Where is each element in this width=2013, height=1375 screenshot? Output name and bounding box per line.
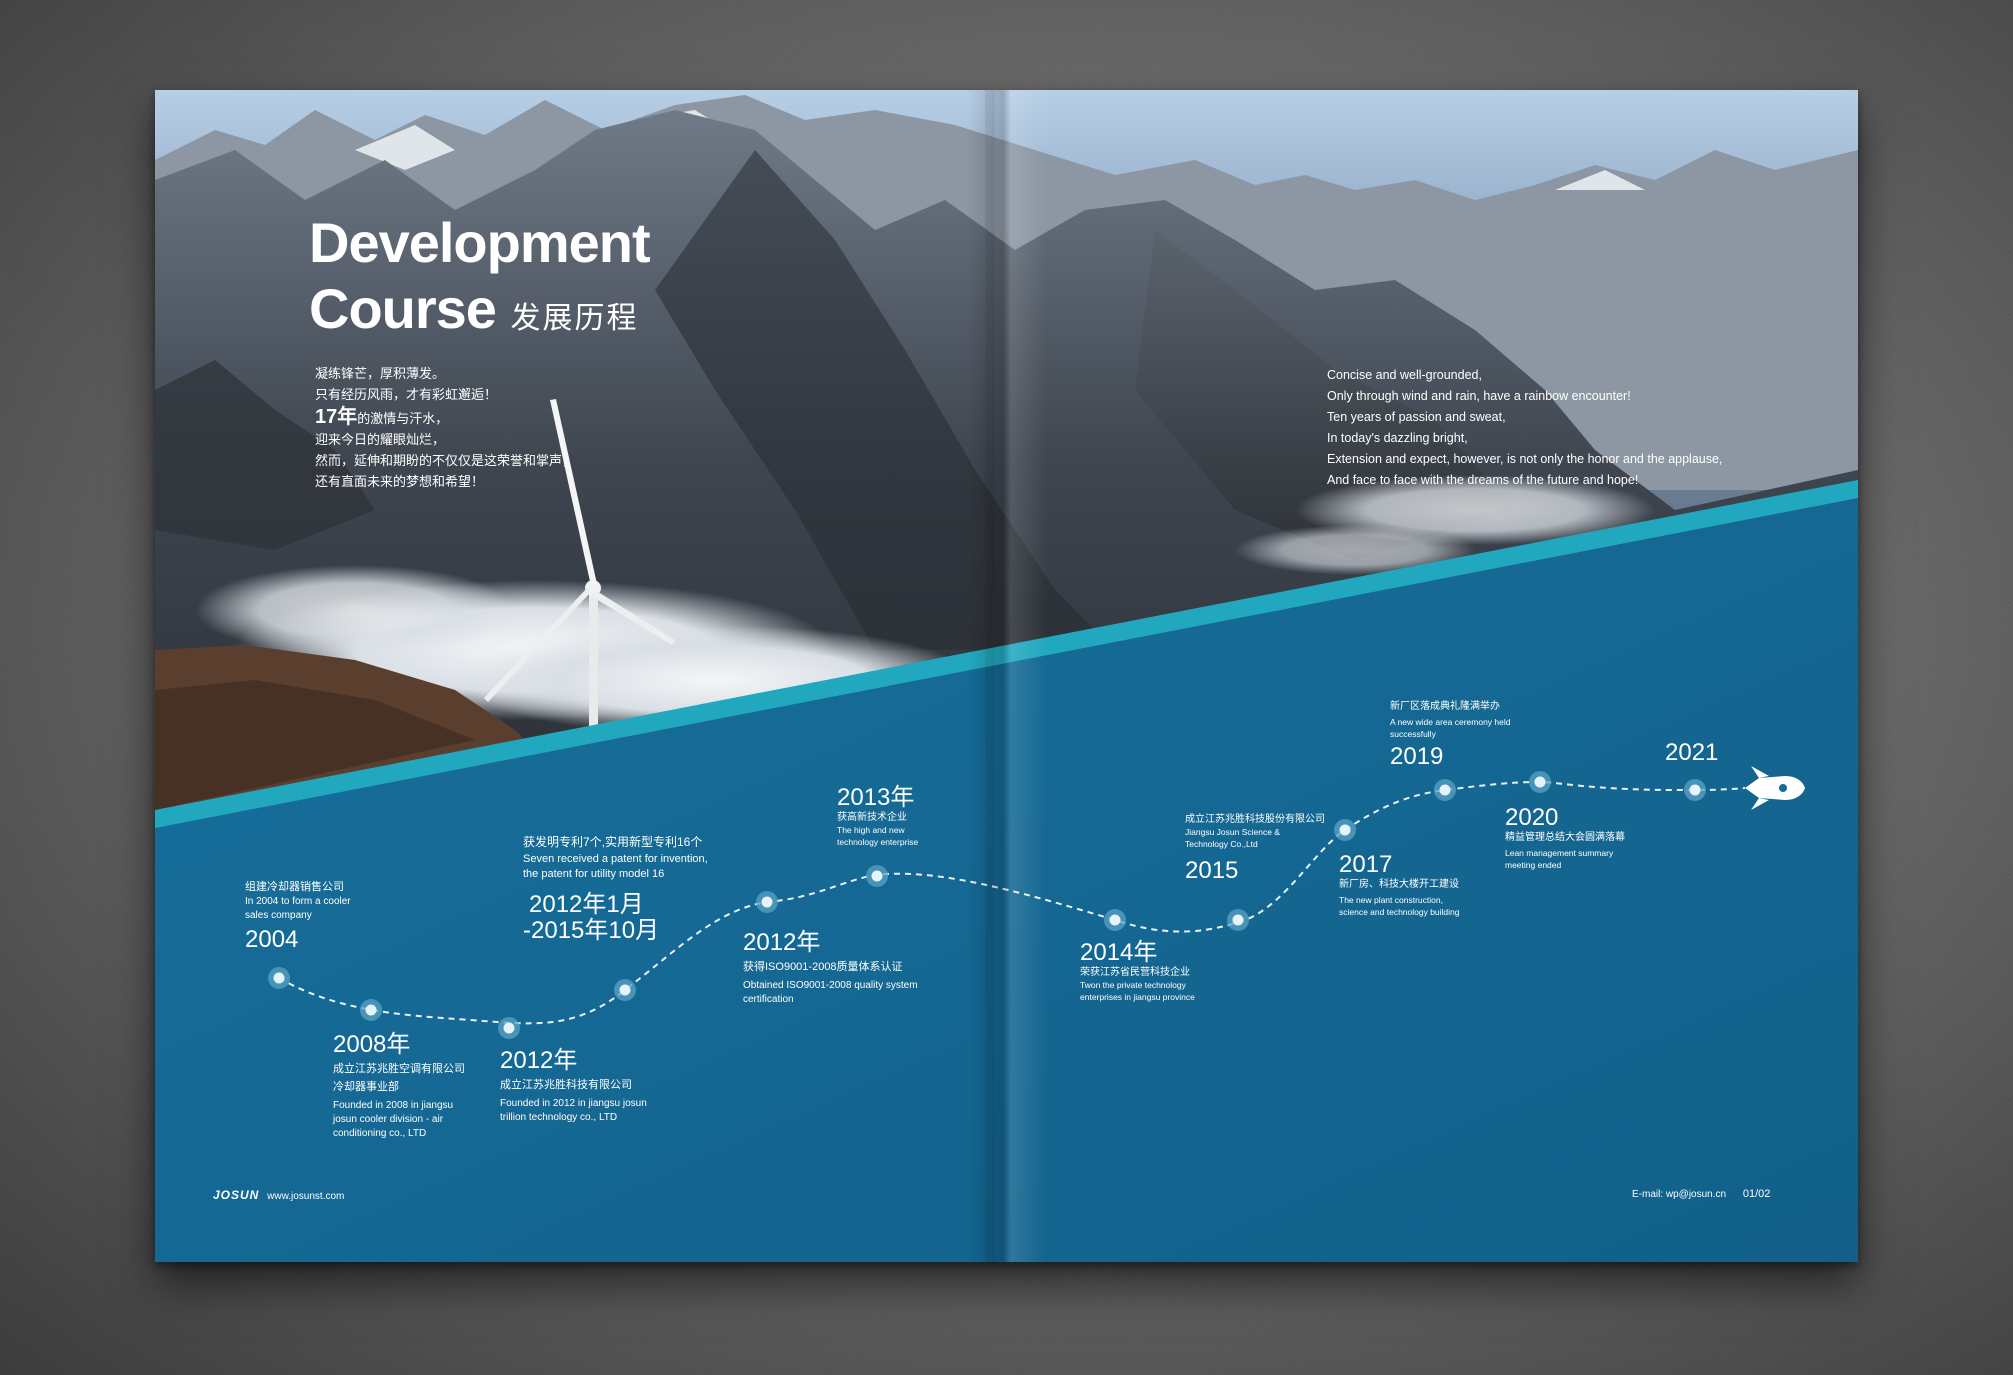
timeline-node <box>1684 779 1706 801</box>
timeline-node <box>498 1017 520 1039</box>
milestone-2012-founded: 2012年 成立江苏兆胜科技有限公司 Founded in 2012 in ji… <box>500 1048 647 1125</box>
milestone-2017: 2017 新厂房、科技大楼开工建设 The new plant construc… <box>1339 852 1460 918</box>
milestone-2015: 成立江苏兆胜科技股份有限公司 Jiangsu Josun Science & T… <box>1185 813 1325 884</box>
intro-cn-line: 然而，延伸和期盼的不仅仅是这荣誉和掌声， <box>315 453 576 468</box>
milestone-year: 2013年 <box>837 784 915 811</box>
title-cn: 发展历程 <box>510 302 639 335</box>
milestone-cn: 成立江苏兆胜科技有限公司 <box>500 1079 632 1091</box>
milestone-en: A new wide area ceremony held <box>1390 717 1511 727</box>
timeline-node <box>1104 909 1126 931</box>
milestone-en: Founded in 2012 in jiangsu josun <box>500 1098 647 1109</box>
milestone-en: science and technology building <box>1339 907 1460 917</box>
timeline-node <box>1529 771 1551 793</box>
title-line1: Development <box>309 211 651 274</box>
milestone-cn: 组建冷却器销售公司 <box>245 881 344 893</box>
intro-en-block: Concise and well-grounded, Only through … <box>1327 365 1722 491</box>
milestone-year: 2008年 <box>333 1031 411 1058</box>
intro-cn-line: 只有经历风雨，才有彩虹邂逅！ <box>315 387 498 402</box>
milestone-year: 2015 <box>1185 857 1239 884</box>
footer-page-number: 01/02 <box>1742 1188 1771 1200</box>
milestone-en: the patent for utility model 16 <box>523 868 665 880</box>
intro-cn-line: 还有直面未来的梦想和希望！ <box>315 474 485 489</box>
timeline-node <box>268 967 290 989</box>
milestone-year: 2012年 <box>743 929 821 956</box>
milestone-en: technology enterprise <box>837 837 919 847</box>
milestone-en: Seven received a patent for invention, <box>523 853 708 865</box>
footer-right: E-mail: wp@josun.cn 01/02 <box>1632 1188 1770 1200</box>
milestone-year: 2004 <box>245 926 299 953</box>
intro-cn-line: 凝练锋芒，厚积薄发。 <box>315 366 446 381</box>
milestone-year-2021: 2021 <box>1665 739 1719 766</box>
milestone-cn: 获得ISO9001-2008质量体系认证 <box>743 961 903 973</box>
milestone-cn: 精益管理总结大会圆满落幕 <box>1505 832 1625 843</box>
milestone-en: Founded in 2008 in jiangsu <box>333 1100 454 1111</box>
milestone-year: 2020 <box>1505 804 1559 831</box>
milestone-patents: 获发明专利7个,实用新型专利16个 Seven received a paten… <box>523 835 708 944</box>
intro-en-line: Concise and well-grounded, <box>1327 368 1482 382</box>
timeline-node <box>614 979 636 1001</box>
intro-big-text: 17年 <box>315 406 358 428</box>
timeline-node <box>866 865 888 887</box>
timeline-node <box>1227 909 1249 931</box>
milestone-cn: 冷却器事业部 <box>333 1081 399 1093</box>
brochure-spread: Development Course 发展历程 凝练锋芒，厚积薄发。 只有经历风… <box>155 90 1858 1262</box>
milestone-en: In 2004 to form a cooler <box>245 896 351 907</box>
milestone-en: successfully <box>1390 729 1436 739</box>
milestone-cn: 获发明专利7个,实用新型专利16个 <box>523 835 703 849</box>
intro-cn-block: 凝练锋芒，厚积薄发。 只有经历风雨，才有彩虹邂逅！ 17年的激情与汗水， 迎来今… <box>315 363 575 492</box>
milestone-year: 2012年 <box>500 1047 578 1074</box>
title-line2: Course <box>309 277 497 340</box>
intro-en-line: And face to face with the dreams of the … <box>1327 473 1639 487</box>
milestone-cn: 成立江苏兆胜空调有限公司 <box>333 1063 465 1075</box>
milestone-cn: 新厂房、科技大楼开工建设 <box>1339 879 1459 890</box>
timeline-node <box>756 891 778 913</box>
timeline-node <box>1334 819 1356 841</box>
footer-logo: JOSUN <box>213 1188 260 1202</box>
milestone-cn: 新厂区落成典礼隆满举办 <box>1390 701 1500 712</box>
milestone-2004: 组建冷却器销售公司 In 2004 to form a cooler sales… <box>245 880 351 953</box>
footer-left: JOSUN www.josunst.com <box>213 1188 344 1202</box>
timeline-node <box>1434 779 1456 801</box>
timeline-node <box>360 999 382 1021</box>
footer-website: www.josunst.com <box>267 1191 345 1202</box>
intro-big-suffix: 的激情与汗水， <box>357 411 449 426</box>
intro-en-line: Only through wind and rain, have a rainb… <box>1327 389 1631 403</box>
footer-email: E-mail: wp@josun.cn <box>1632 1189 1727 1200</box>
milestone-en: certification <box>743 994 794 1005</box>
milestone-year: 2014年 <box>1080 939 1158 966</box>
page-gutter-shadow <box>967 90 1047 1262</box>
milestone-en: Obtained ISO9001-2008 quality system <box>743 980 918 991</box>
milestone-en: The high and new <box>837 825 905 835</box>
milestone-2020: 2020 精益管理总结大会圆满落幕 Lean management summar… <box>1505 805 1625 871</box>
page-title: Development Course 发展历程 <box>309 210 651 352</box>
milestone-cn: 荣获江苏省民营科技企业 <box>1080 967 1190 978</box>
milestone-cn: 获高新技术企业 <box>837 812 907 823</box>
milestone-en: josun cooler division - air <box>333 1114 444 1125</box>
milestone-en: meeting ended <box>1505 860 1562 870</box>
milestone-year: 2017 <box>1339 851 1393 878</box>
milestone-year: -2015年10月 <box>523 917 660 944</box>
milestone-en: sales company <box>245 910 312 921</box>
intro-en-line: In today's dazzling bright, <box>1327 431 1468 445</box>
milestone-2008: 2008年 成立江苏兆胜空调有限公司 冷却器事业部 Founded in 200… <box>333 1032 465 1141</box>
milestone-2014: 2014年 荣获江苏省民营科技企业 Twon the private techn… <box>1080 940 1195 1003</box>
milestone-en: conditioning co., LTD <box>333 1128 427 1139</box>
intro-en-line: Ten years of passion and sweat, <box>1327 410 1506 424</box>
milestone-iso: 2012年 获得ISO9001-2008质量体系认证 Obtained ISO9… <box>743 930 918 1007</box>
milestone-2019: 新厂区落成典礼隆满举办 A new wide area ceremony hel… <box>1390 700 1511 770</box>
milestone-cn: 成立江苏兆胜科技股份有限公司 <box>1185 814 1325 825</box>
milestone-en: Jiangsu Josun Science & <box>1185 827 1280 837</box>
milestone-year: 2019 <box>1390 743 1444 770</box>
intro-cn-line: 迎来今日的耀眼灿烂， <box>315 432 446 447</box>
milestone-en: Twon the private technology <box>1080 980 1186 990</box>
intro-en-line: Extension and expect, however, is not on… <box>1327 452 1723 466</box>
milestone-2013: 2013年 获高新技术企业 The high and new technolog… <box>837 785 918 848</box>
milestone-en: enterprises in jiangsu province <box>1080 992 1195 1002</box>
milestone-en: The new plant construction, <box>1339 895 1443 905</box>
milestone-en: trillion technology co., LTD <box>500 1112 618 1123</box>
milestone-en: Technology Co.,Ltd <box>1185 839 1258 849</box>
milestone-year: 2012年1月 <box>529 891 644 918</box>
milestone-en: Lean management summary <box>1505 848 1614 858</box>
